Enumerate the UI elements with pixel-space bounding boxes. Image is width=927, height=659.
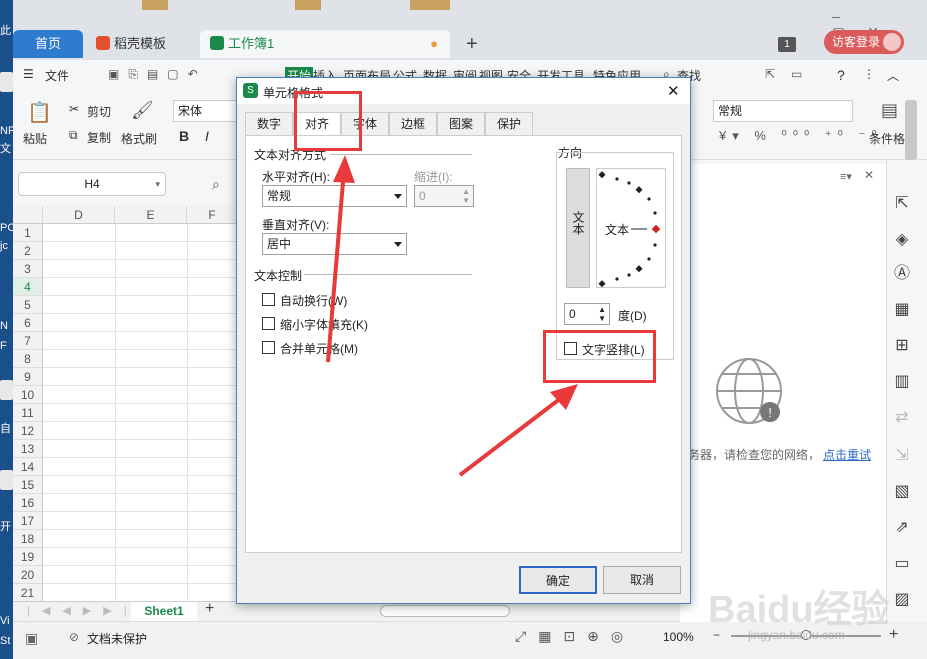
watermark-text: Baidu经验 — [708, 589, 890, 631]
watermark-url: jingyan.baidu.com — [748, 628, 845, 642]
watermark-logo: Baidu经验 — [708, 578, 890, 633]
annotation-arrows — [326, 155, 578, 477]
